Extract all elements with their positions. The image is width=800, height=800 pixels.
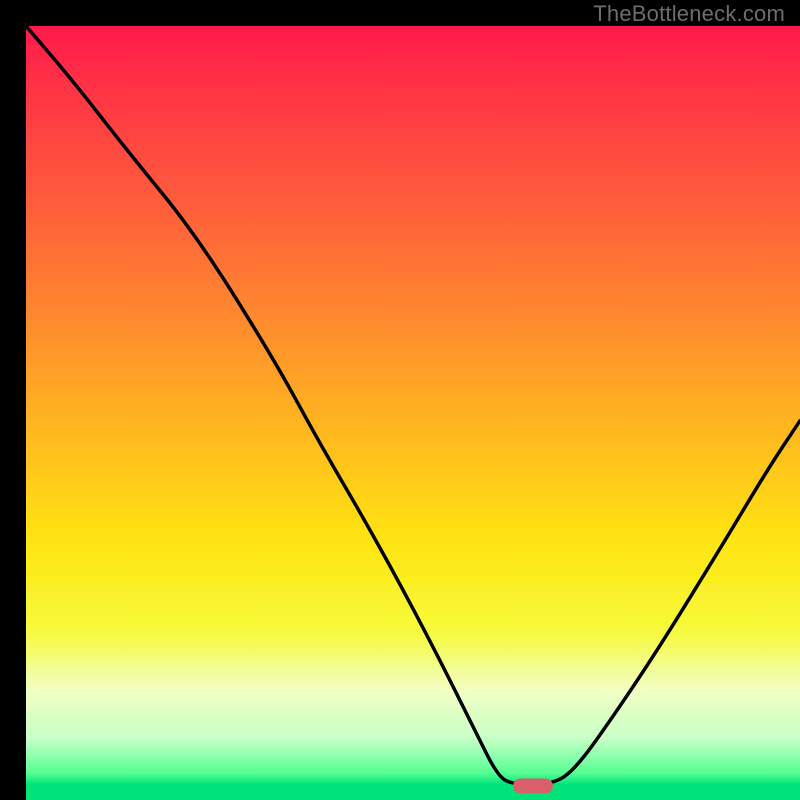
bottleneck-marker <box>513 779 553 794</box>
gradient-strip <box>26 661 800 707</box>
chart-frame <box>0 0 800 800</box>
chart-plot-area <box>26 26 800 800</box>
gradient-strip <box>26 583 800 629</box>
